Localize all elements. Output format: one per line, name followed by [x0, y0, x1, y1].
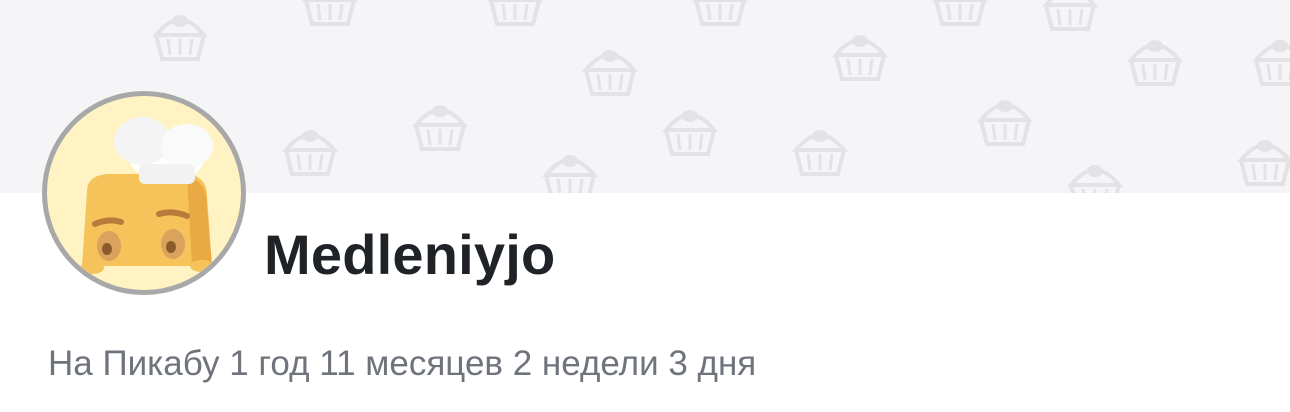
chef-toast-avatar-icon	[80, 117, 214, 274]
account-age-text: На Пикабу 1 год 11 месяцев 2 недели 3 дн…	[48, 344, 757, 383]
avatar[interactable]	[42, 91, 246, 295]
username[interactable]: Medleniyjo	[264, 222, 555, 288]
